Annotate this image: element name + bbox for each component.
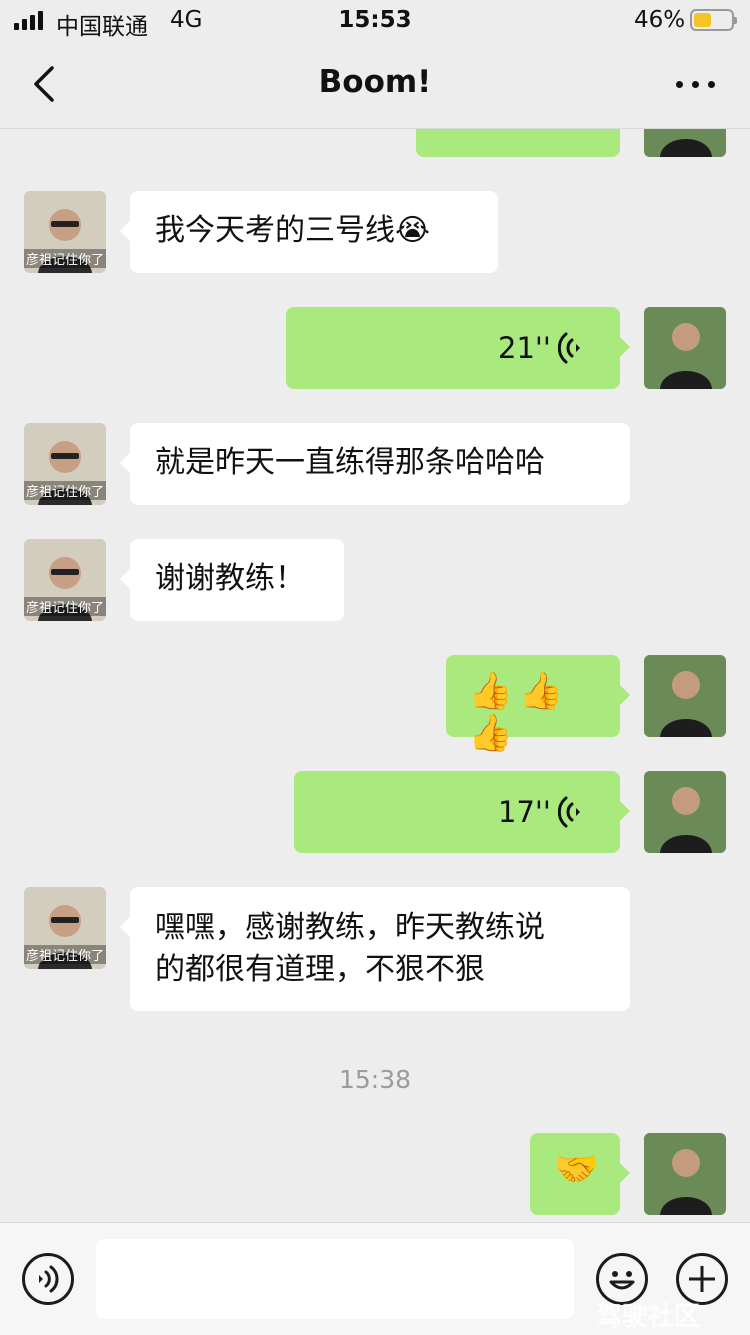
battery-percent: 46% [634, 7, 686, 33]
my-avatar[interactable] [644, 655, 726, 737]
avatar-caption: 彦祖记住你了 [24, 945, 106, 964]
message-bubble[interactable]: 就是昨天一直练得那条哈哈哈 [120, 423, 630, 505]
voice-wave-icon [558, 796, 580, 828]
my-avatar[interactable] [644, 129, 726, 157]
person-photo-icon [644, 129, 726, 157]
chat-title: Boom! [318, 64, 432, 100]
nav-bar: Boom! [0, 42, 750, 129]
my-avatar[interactable] [644, 307, 726, 389]
thumbs-up-emoji: 👍👍👍 [468, 671, 570, 754]
friend-avatar[interactable]: 彦祖记住你了 [24, 887, 106, 969]
voice-message[interactable]: 21'' [286, 307, 630, 389]
voice-icon [39, 1265, 59, 1293]
message-bubble-partial[interactable] [416, 129, 620, 157]
avatar-caption: 彦祖记住你了 [24, 249, 106, 268]
watermark-logo: 驾驶社区 [596, 1302, 701, 1332]
battery-fill [694, 13, 711, 27]
my-avatar[interactable] [644, 771, 726, 853]
battery-icon [690, 9, 737, 31]
friend-avatar[interactable]: 彦祖记住你了 [24, 191, 106, 273]
message-input[interactable] [96, 1239, 574, 1319]
message-text: 我今天考的三号线😭 [155, 213, 431, 248]
message-text: 谢谢教练！ [155, 561, 305, 596]
voice-duration: 17'' [498, 795, 551, 829]
voice-wave-icon [558, 332, 580, 364]
voice-duration: 21'' [498, 331, 551, 365]
person-photo-icon [644, 307, 726, 389]
message-timestamp: 15:38 [338, 1065, 412, 1094]
handshake-emoji: 🤝 [554, 1149, 605, 1190]
message-text: 就是昨天一直练得那条哈哈哈 [155, 445, 545, 480]
friend-avatar[interactable]: 彦祖记住你了 [24, 423, 106, 505]
person-photo-icon [644, 655, 726, 737]
avatar-caption: 彦祖记住你了 [24, 481, 106, 500]
more-button[interactable] [672, 70, 718, 98]
voice-message[interactable]: 17'' [294, 771, 630, 853]
status-bar: 中国联通 4G 15:53 46% [0, 0, 750, 42]
message-text-line: 的都很有道理，不狠不狠 [155, 952, 485, 987]
avatar-caption: 彦祖记住你了 [24, 597, 106, 616]
chat-history[interactable]: 彦祖记住你了 我今天考的三号线😭 21'' 彦祖记住你了 就是昨天一直练得那条哈… [0, 129, 750, 1221]
friend-avatar[interactable]: 彦祖记住你了 [24, 539, 106, 621]
message-bubble[interactable]: 我今天考的三号线😭 [120, 191, 498, 273]
person-photo-icon [644, 771, 726, 853]
voice-input-button[interactable] [22, 1253, 74, 1305]
message-bubble[interactable]: 嘿嘿，感谢教练，昨天教练说 的都很有道理，不狠不狠 [120, 887, 630, 1011]
message-text-line: 嘿嘿，感谢教练，昨天教练说 [155, 910, 545, 945]
message-bubble[interactable]: 🤝 [530, 1133, 630, 1215]
person-photo-icon [644, 1133, 726, 1215]
my-avatar[interactable] [644, 1133, 726, 1215]
message-bubble[interactable]: 谢谢教练！ [120, 539, 344, 621]
message-bubble[interactable]: 👍👍👍 [446, 655, 630, 754]
